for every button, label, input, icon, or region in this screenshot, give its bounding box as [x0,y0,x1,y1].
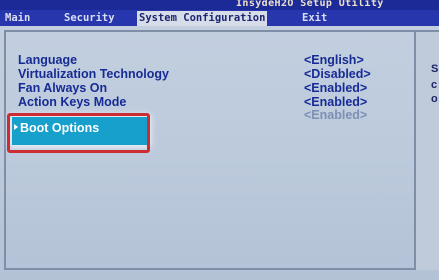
app-title: InsydeH2O Setup Utility [236,0,384,9]
help-text-fragment: S [431,63,439,75]
setting-obscured-value[interactable]: <Enabled> [304,108,367,122]
submenu-pointer-icon [14,124,18,130]
setting-virtualization-value[interactable]: <Disabled> [304,67,371,81]
menu-main[interactable]: Main [3,11,32,26]
menu-exit[interactable]: Exit [300,11,329,26]
help-text-fragment: o [431,93,438,105]
menu-bar: Main Security System Configuration Exit [0,10,439,26]
setting-action-keys-value[interactable]: <Enabled> [304,95,367,109]
setting-language-value[interactable]: <English> [304,53,364,67]
setting-fan-always-on-label[interactable]: Fan Always On [18,81,107,95]
bios-setup-screen: InsydeH2O Setup Utility Main Security Sy… [0,0,439,280]
menu-security[interactable]: Security [62,11,117,26]
menu-system-configuration[interactable]: System Configuration [137,11,268,26]
setting-action-keys-label[interactable]: Action Keys Mode [18,95,126,109]
setting-language-label[interactable]: Language [18,53,77,67]
setting-fan-always-on-value[interactable]: <Enabled> [304,81,367,95]
help-text-fragment: c [431,79,438,91]
setting-virtualization-label[interactable]: Virtualization Technology [18,67,169,81]
title-bar: InsydeH2O Setup Utility [0,0,439,10]
setting-boot-options[interactable]: Boot Options [20,121,99,135]
